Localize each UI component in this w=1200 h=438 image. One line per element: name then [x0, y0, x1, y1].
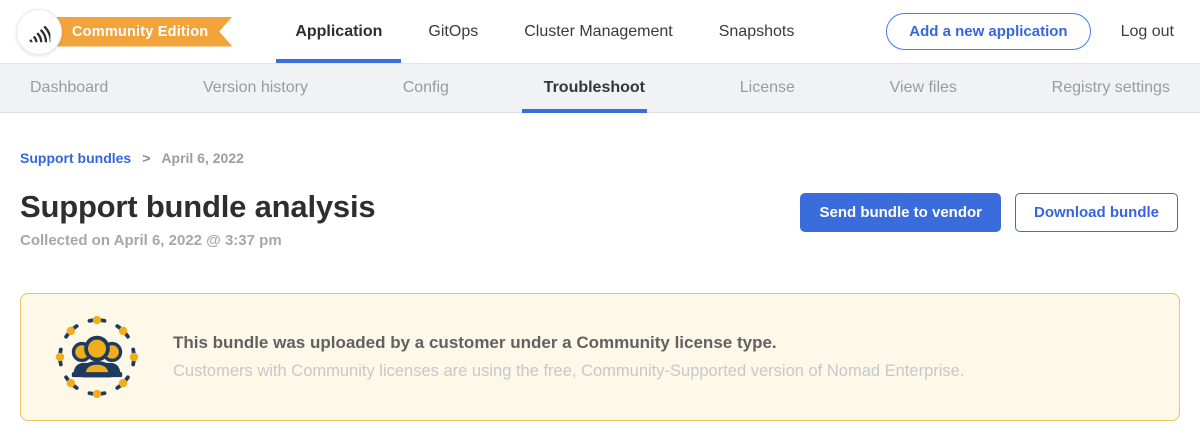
community-edition-badge: Community Edition	[36, 17, 232, 47]
tab-gitops[interactable]: GitOps	[405, 0, 501, 63]
replicated-logo-icon[interactable]	[16, 9, 62, 55]
subnav-item-dashboard[interactable]: Dashboard	[30, 64, 108, 112]
logout-link[interactable]: Log out	[1121, 23, 1174, 41]
main-content: Support bundles > April 6, 2022 Support …	[0, 150, 1200, 421]
tab-cluster-management[interactable]: Cluster Management	[501, 0, 696, 63]
tab-snapshots[interactable]: Snapshots	[696, 0, 818, 63]
add-new-application-button[interactable]: Add a new application	[886, 13, 1090, 50]
alert-text: This bundle was uploaded by a customer u…	[173, 333, 964, 381]
alert-title: This bundle was uploaded by a customer u…	[173, 333, 964, 353]
send-bundle-to-vendor-button[interactable]: Send bundle to vendor	[800, 193, 1001, 232]
community-people-icon	[55, 315, 139, 399]
subnav-item-config[interactable]: Config	[403, 64, 449, 112]
bundle-actions: Send bundle to vendor Download bundle	[800, 193, 1178, 232]
collected-timestamp: Collected on April 6, 2022 @ 3:37 pm	[20, 232, 375, 249]
breadcrumb-separator: >	[142, 150, 150, 166]
breadcrumb: Support bundles > April 6, 2022	[20, 150, 1180, 166]
community-license-alert: This bundle was uploaded by a customer u…	[20, 293, 1180, 421]
breadcrumb-current: April 6, 2022	[161, 150, 244, 166]
title-block: Support bundle analysis Collected on Apr…	[20, 189, 375, 249]
collected-prefix: Collected on	[20, 232, 114, 249]
app-subnav: Dashboard Version history Config Trouble…	[0, 63, 1200, 113]
header-actions: Add a new application Log out	[886, 13, 1174, 50]
collected-date: April 6, 2022 @ 3:37 pm	[114, 232, 282, 249]
top-header: Community Edition Application GitOps Clu…	[0, 0, 1200, 63]
download-bundle-button[interactable]: Download bundle	[1015, 193, 1178, 232]
brand: Community Edition	[16, 9, 232, 55]
subnav-item-version-history[interactable]: Version history	[203, 64, 308, 112]
title-row: Support bundle analysis Collected on Apr…	[20, 189, 1180, 249]
subnav-item-troubleshoot[interactable]: Troubleshoot	[544, 64, 645, 112]
subnav-item-view-files[interactable]: View files	[890, 64, 957, 112]
alert-description: Customers with Community licenses are us…	[173, 362, 964, 381]
top-navigation: Application GitOps Cluster Management Sn…	[272, 0, 817, 63]
page-title: Support bundle analysis	[20, 189, 375, 225]
tab-application[interactable]: Application	[272, 0, 405, 63]
subnav-item-registry-settings[interactable]: Registry settings	[1052, 64, 1170, 112]
subnav-item-license[interactable]: License	[740, 64, 795, 112]
breadcrumb-support-bundles-link[interactable]: Support bundles	[20, 150, 131, 166]
